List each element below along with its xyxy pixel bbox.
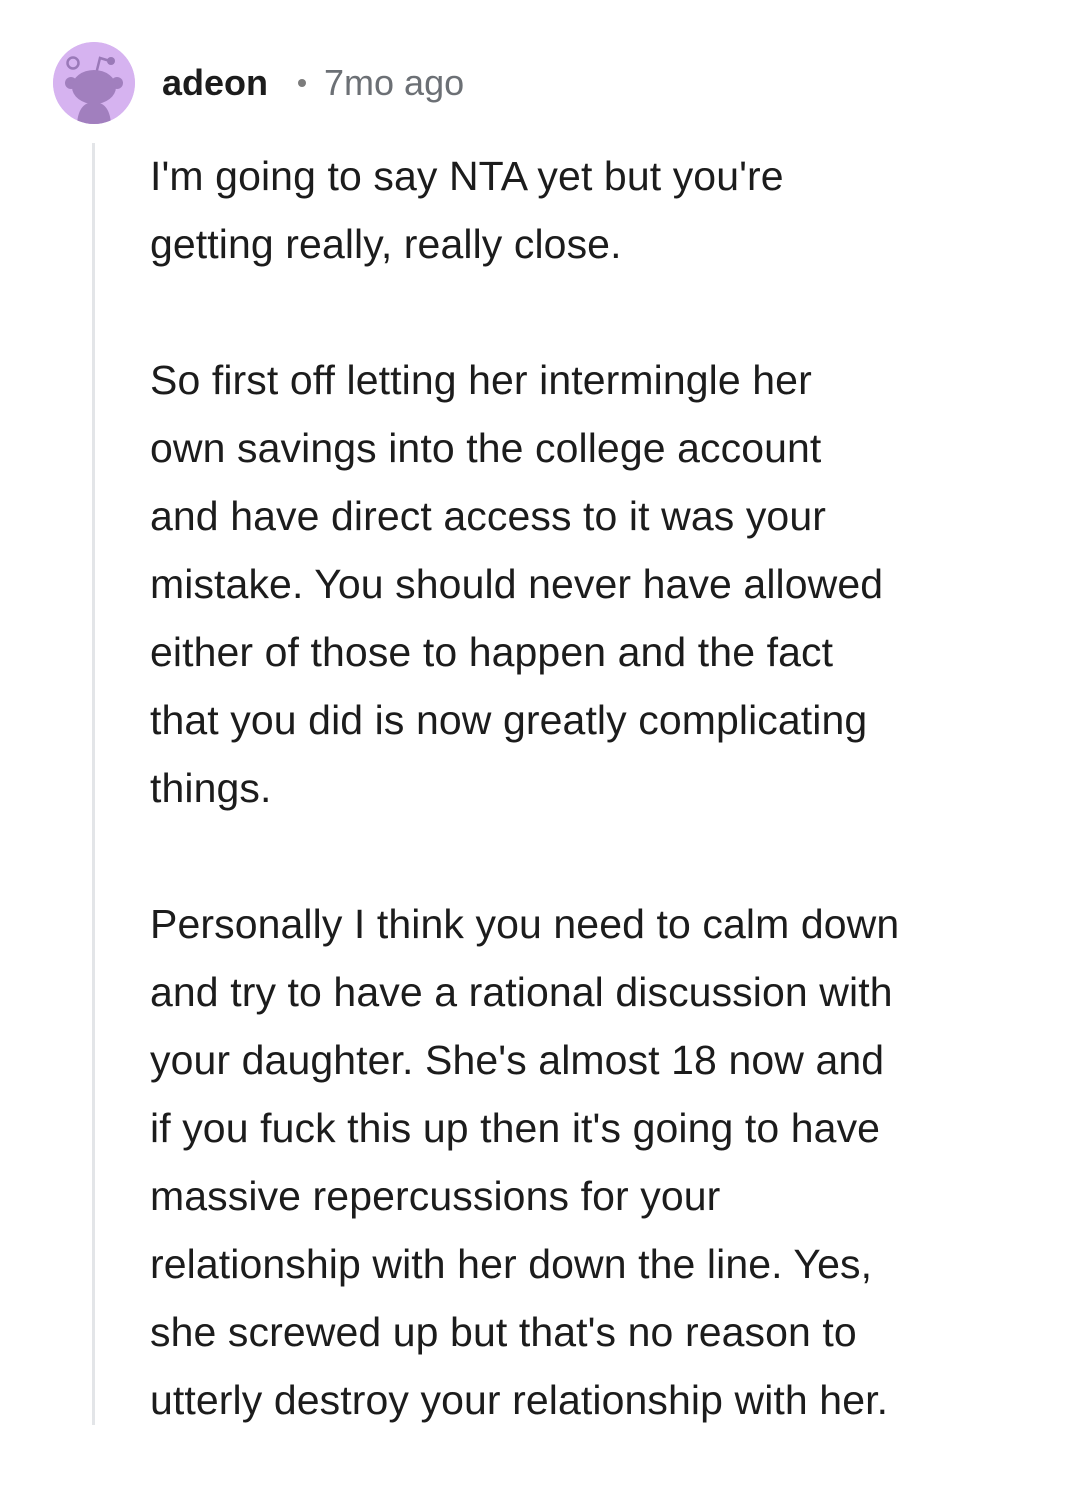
comment-line: utterly destroy your relationship with h…	[150, 1377, 889, 1423]
comment-line: and have direct access to it was your	[150, 493, 826, 539]
separator-dot	[298, 79, 307, 87]
comment-line: if you fuck this up then it's going to h…	[150, 1105, 881, 1151]
comment-paragraph: I'm going to say NTA yet but you're gett…	[150, 142, 1060, 278]
comment-line: and try to have a rational discussion wi…	[150, 969, 893, 1015]
comment-line: own savings into the college account	[150, 425, 822, 471]
comment-line: Personally I think you need to calm down	[150, 901, 900, 947]
comment-line: that you did is now greatly complicating	[150, 697, 868, 743]
comment-line: things.	[150, 765, 272, 811]
comment-line: massive repercussions for your	[150, 1173, 721, 1219]
username[interactable]: adeon	[162, 62, 268, 104]
comment-line: getting really, really close.	[150, 221, 622, 267]
avatar[interactable]	[53, 42, 135, 124]
comment-line: she screwed up but that's no reason to	[150, 1309, 857, 1355]
timestamp[interactable]: 7mo ago	[324, 62, 464, 104]
comment-body: I'm going to say NTA yet but you're gett…	[150, 142, 1060, 1502]
comment-line: your daughter. She's almost 18 now and	[150, 1037, 885, 1083]
comment-line: So first off letting her intermingle her	[150, 357, 812, 403]
reddit-snoo-avatar-icon	[53, 42, 135, 124]
comment-line: mistake. You should never have allowed	[150, 561, 884, 607]
comment-paragraph: Personally I think you need to calm down…	[150, 890, 1060, 1434]
comment-line: I'm going to say NTA yet but you're	[150, 153, 784, 199]
comment: adeon 7mo ago I'm going to say NTA yet b…	[0, 0, 1080, 1425]
comment-paragraph: So first off letting her intermingle her…	[150, 346, 1060, 822]
comment-meta: adeon 7mo ago	[162, 58, 464, 108]
comment-line: either of those to happen and the fact	[150, 629, 834, 675]
thread-line[interactable]	[92, 143, 95, 1425]
comment-line: relationship with her down the line. Yes…	[150, 1241, 873, 1287]
